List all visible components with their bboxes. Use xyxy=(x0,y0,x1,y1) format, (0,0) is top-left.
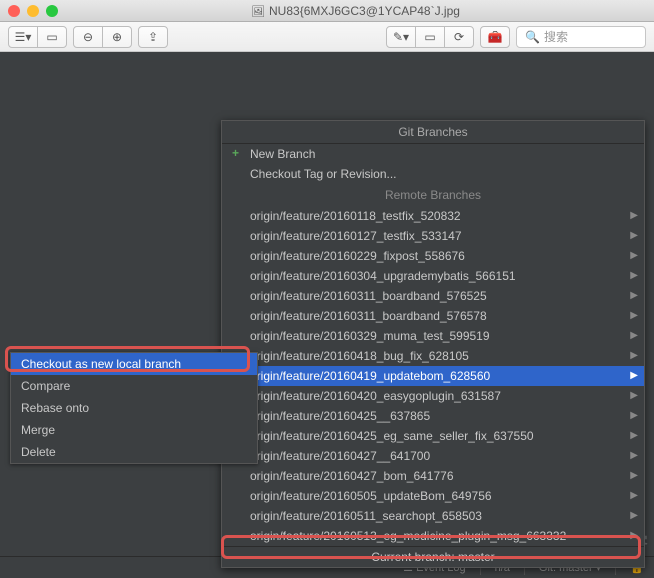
chevron-right-icon: ▶ xyxy=(630,330,638,341)
branch-label: origin/feature/20160511_searchopt_658503 xyxy=(250,509,482,523)
branch-label: origin/feature/20160329_muma_test_599519 xyxy=(250,329,490,343)
chevron-right-icon: ▶ xyxy=(630,530,638,541)
branch-label: origin/feature/20160311_boardband_576525 xyxy=(250,289,487,303)
search-icon: 🔍 xyxy=(525,30,540,44)
branch-label: origin/feature/20160427__641700 xyxy=(250,449,430,463)
remote-branch-item[interactable]: origin/feature/20160418_bug_fix_628105 ▶ xyxy=(222,346,644,366)
remote-branch-item[interactable]: origin/feature/20160511_searchopt_658503… xyxy=(222,506,644,526)
chevron-right-icon: ▶ xyxy=(630,430,638,441)
branch-label: origin/feature/20160505_updateBom_649756 xyxy=(250,489,492,503)
context-menu-item[interactable]: Compare xyxy=(11,375,257,397)
branch-label: origin/feature/20160425__637865 xyxy=(250,409,430,423)
branch-label: origin/feature/20160311_boardband_576578 xyxy=(250,309,487,323)
branch-label: origin/feature/20160513_eg_medicine_plug… xyxy=(250,529,566,543)
chevron-right-icon: ▶ xyxy=(630,310,638,321)
window-title: NU83{6MXJ6GC3@1YCAP48`J.jpg xyxy=(65,4,646,18)
remote-branch-item[interactable]: origin/feature/20160127_testfix_533147 ▶ xyxy=(222,226,644,246)
zoom-in-button[interactable]: ⊕ xyxy=(102,26,132,48)
checkout-tag-item[interactable]: Checkout Tag or Revision... xyxy=(222,164,644,184)
remote-branch-item[interactable]: origin/feature/20160425_eg_same_seller_f… xyxy=(222,426,644,446)
chevron-right-icon: ▶ xyxy=(630,410,638,421)
checkout-tag-label: Checkout Tag or Revision... xyxy=(250,167,397,181)
branch-label: origin/feature/20160229_fixpost_558676 xyxy=(250,249,465,263)
chevron-right-icon: ▶ xyxy=(630,230,638,241)
remote-branch-item[interactable]: origin/feature/20160311_boardband_576578… xyxy=(222,306,644,326)
remote-branches-header: Remote Branches xyxy=(222,184,644,206)
context-menu-item[interactable]: Merge xyxy=(11,419,257,441)
branch-label: origin/feature/20160127_testfix_533147 xyxy=(250,229,462,243)
context-menu-item[interactable]: Checkout as new local branch xyxy=(11,353,257,375)
rotate-button[interactable]: ⟳ xyxy=(444,26,474,48)
branch-label: origin/feature/20160304_upgrademybatis_5… xyxy=(250,269,516,283)
branch-label: origin/feature/20160425_eg_same_seller_f… xyxy=(250,429,534,443)
remote-branch-item[interactable]: origin/feature/20160311_boardband_576525… xyxy=(222,286,644,306)
remote-branch-item[interactable]: origin/feature/20160229_fixpost_558676 ▶ xyxy=(222,246,644,266)
share-button[interactable]: ⇪ xyxy=(138,26,168,48)
preview-toolbar: ☰▾ ▭ ⊖ ⊕ ⇪ ✎▾ ▭ ⟳ 🧰 🔍 搜索 xyxy=(0,22,654,52)
plus-icon: + xyxy=(232,146,239,160)
context-menu-item[interactable]: Delete xyxy=(11,441,257,463)
branch-label: origin/feature/20160418_bug_fix_628105 xyxy=(250,349,469,363)
new-branch-item[interactable]: + New Branch xyxy=(222,144,644,164)
remote-branch-list: origin/feature/20160118_testfix_520832▶o… xyxy=(222,206,644,546)
remote-branch-item[interactable]: origin/feature/20160425__637865 ▶ xyxy=(222,406,644,426)
chevron-right-icon: ▶ xyxy=(630,490,638,501)
remote-branch-item[interactable]: origin/feature/20160427_bom_641776 ▶ xyxy=(222,466,644,486)
zoom-icon[interactable] xyxy=(46,5,58,17)
remote-branch-item[interactable]: origin/feature/20160505_updateBom_649756… xyxy=(222,486,644,506)
branch-context-menu: Checkout as new local branchCompareRebas… xyxy=(10,352,258,464)
edit-button[interactable]: ✎▾ xyxy=(386,26,416,48)
chevron-right-icon: ▶ xyxy=(630,250,638,261)
zoom-segment: ⊖ ⊕ xyxy=(73,26,132,48)
search-input[interactable]: 🔍 搜索 xyxy=(516,26,646,48)
git-popup-title: Git Branches xyxy=(222,121,644,144)
branch-label: origin/feature/20160427_bom_641776 xyxy=(250,469,454,483)
close-icon[interactable] xyxy=(8,5,20,17)
context-menu-item[interactable]: Rebase onto xyxy=(11,397,257,419)
chevron-right-icon: ▶ xyxy=(630,470,638,481)
markup-segment: ✎▾ ▭ ⟳ xyxy=(386,26,474,48)
chevron-right-icon: ▶ xyxy=(630,390,638,401)
rectangle-select-button[interactable]: ▭ xyxy=(415,26,445,48)
branch-label: origin/feature/20160118_testfix_520832 xyxy=(250,209,461,223)
remote-branch-item[interactable]: origin/feature/20160513_eg_medicine_plug… xyxy=(222,526,644,546)
chevron-right-icon: ▶ xyxy=(630,510,638,521)
markup-toolbar-button[interactable]: 🧰 xyxy=(480,26,510,48)
git-branches-popup: Git Branches + New Branch Checkout Tag o… xyxy=(221,120,645,568)
chevron-right-icon: ▶ xyxy=(630,450,638,461)
remote-branch-item[interactable]: origin/feature/20160118_testfix_520832 ▶ xyxy=(222,206,644,226)
remote-branch-item[interactable]: origin/feature/20160420_easygoplugin_631… xyxy=(222,386,644,406)
chevron-right-icon: ▶ xyxy=(630,370,638,381)
chevron-right-icon: ▶ xyxy=(630,350,638,361)
window-titlebar: NU83{6MXJ6GC3@1YCAP48`J.jpg xyxy=(0,0,654,22)
remote-branch-item[interactable]: origin/feature/20160329_muma_test_599519… xyxy=(222,326,644,346)
sidebar-segment: ☰▾ ▭ xyxy=(8,26,67,48)
minimize-icon[interactable] xyxy=(27,5,39,17)
search-placeholder: 搜索 xyxy=(544,28,568,45)
branch-label: origin/feature/20160420_easygoplugin_631… xyxy=(250,389,501,403)
new-branch-label: New Branch xyxy=(250,147,315,161)
remote-branch-item[interactable]: origin/feature/20160427__641700 ▶ xyxy=(222,446,644,466)
chevron-right-icon: ▶ xyxy=(630,270,638,281)
zoom-out-button[interactable]: ⊖ xyxy=(73,26,103,48)
branch-label: origin/feature/20160419_updatebom_628560 xyxy=(250,369,490,383)
ide-surface: Checkout as new local branchCompareRebas… xyxy=(0,52,654,578)
chevron-right-icon: ▶ xyxy=(630,290,638,301)
thumbnails-button[interactable]: ▭ xyxy=(37,26,67,48)
remote-branch-item[interactable]: origin/feature/20160419_updatebom_628560… xyxy=(222,366,644,386)
chevron-right-icon: ▶ xyxy=(630,210,638,221)
current-branch-footer: Current branch: master xyxy=(222,546,644,567)
sidebar-toggle-button[interactable]: ☰▾ xyxy=(8,26,38,48)
remote-branch-item[interactable]: origin/feature/20160304_upgrademybatis_5… xyxy=(222,266,644,286)
